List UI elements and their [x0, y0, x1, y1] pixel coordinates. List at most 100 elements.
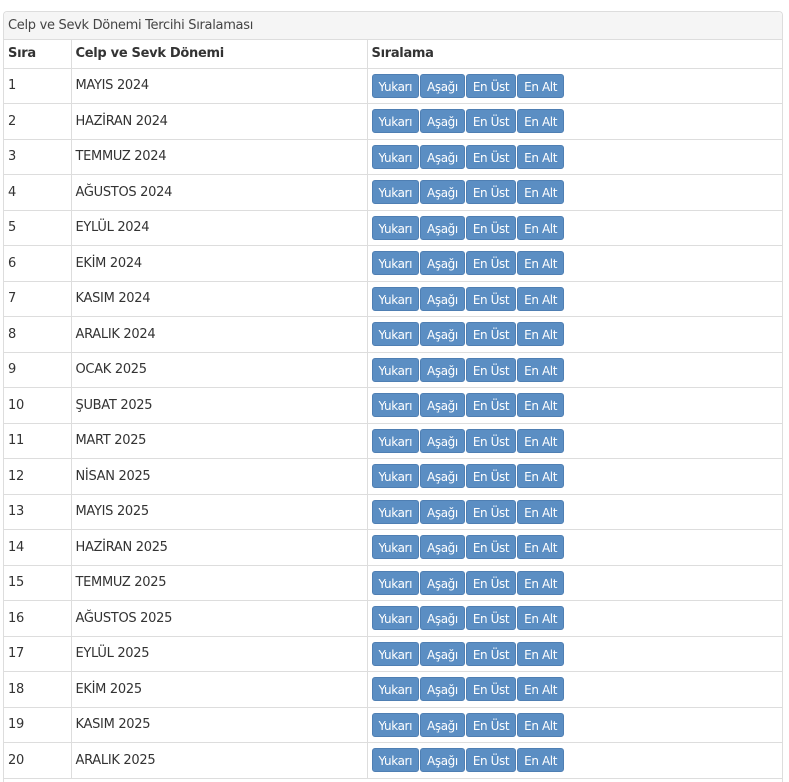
move-top-button[interactable]: En Üst: [465, 357, 517, 382]
move-bottom-button[interactable]: En Alt: [517, 180, 565, 205]
move-top-button[interactable]: En Üst: [465, 748, 517, 773]
move-down-button[interactable]: Aşağı: [420, 464, 465, 489]
move-top-button[interactable]: En Üst: [465, 251, 517, 276]
move-down-button[interactable]: Aşağı: [420, 641, 465, 666]
move-bottom-button[interactable]: En Alt: [517, 428, 565, 453]
move-up-button[interactable]: Yukarı: [371, 109, 420, 134]
table-row: 13 MAYIS 2025 Yukarı Aşağı En Üst En Alt: [4, 494, 782, 530]
move-up-button[interactable]: Yukarı: [371, 393, 420, 418]
move-down-button[interactable]: Aşağı: [420, 286, 465, 311]
row-donem: EYLÜL 2024: [71, 210, 368, 246]
move-up-button[interactable]: Yukarı: [371, 428, 420, 453]
move-top-button[interactable]: En Üst: [465, 322, 517, 347]
move-down-button[interactable]: Aşağı: [420, 535, 465, 560]
table-row: 6 EKİM 2024 Yukarı Aşağı En Üst En Alt: [4, 245, 782, 282]
row-ordering-controls: Yukarı Aşağı En Üst En Alt: [367, 174, 782, 211]
move-bottom-button[interactable]: En Alt: [517, 677, 565, 702]
move-up-button[interactable]: Yukarı: [371, 499, 420, 524]
row-ordering-controls: Yukarı Aşağı En Üst En Alt: [367, 742, 782, 779]
move-bottom-button[interactable]: En Alt: [517, 109, 565, 134]
row-sira: 5: [4, 210, 72, 246]
move-top-button[interactable]: En Üst: [465, 570, 517, 595]
move-up-button[interactable]: Yukarı: [371, 144, 420, 169]
row-donem: MAYIS 2024: [71, 68, 368, 104]
move-up-button[interactable]: Yukarı: [371, 73, 420, 98]
move-top-button[interactable]: En Üst: [465, 286, 517, 311]
move-bottom-button[interactable]: En Alt: [517, 73, 565, 98]
row-donem: AĞUSTOS 2025: [71, 600, 368, 637]
move-top-button[interactable]: En Üst: [465, 428, 517, 453]
table-row: 7 KASIM 2024 Yukarı Aşağı En Üst En Alt: [4, 281, 782, 317]
move-bottom-button[interactable]: En Alt: [517, 286, 565, 311]
move-top-button[interactable]: En Üst: [465, 499, 517, 524]
row-donem: KASIM 2025: [71, 707, 368, 743]
move-up-button[interactable]: Yukarı: [371, 357, 420, 382]
move-top-button[interactable]: En Üst: [465, 215, 517, 240]
move-up-button[interactable]: Yukarı: [371, 748, 420, 773]
move-top-button[interactable]: En Üst: [465, 73, 517, 98]
move-up-button[interactable]: Yukarı: [371, 180, 420, 205]
move-bottom-button[interactable]: En Alt: [517, 464, 565, 489]
move-down-button[interactable]: Aşağı: [420, 748, 465, 773]
ordering-button-group: Yukarı Aşağı En Üst En Alt: [371, 286, 565, 311]
move-top-button[interactable]: En Üst: [465, 606, 517, 631]
move-up-button[interactable]: Yukarı: [371, 251, 420, 276]
move-bottom-button[interactable]: En Alt: [517, 748, 565, 773]
move-top-button[interactable]: En Üst: [465, 393, 517, 418]
move-bottom-button[interactable]: En Alt: [517, 499, 565, 524]
row-donem: EKİM 2024: [71, 245, 368, 282]
ordering-button-group: Yukarı Aşağı En Üst En Alt: [371, 499, 565, 524]
move-up-button[interactable]: Yukarı: [371, 215, 420, 240]
move-bottom-button[interactable]: En Alt: [517, 570, 565, 595]
row-sira: 12: [4, 458, 72, 495]
panel-title: Celp ve Sevk Dönemi Tercihi Sıralaması: [4, 12, 782, 40]
header-donem: Celp ve Sevk Dönemi: [71, 40, 368, 69]
move-down-button[interactable]: Aşağı: [420, 180, 465, 205]
move-up-button[interactable]: Yukarı: [371, 712, 420, 737]
move-down-button[interactable]: Aşağı: [420, 251, 465, 276]
move-up-button[interactable]: Yukarı: [371, 570, 420, 595]
move-down-button[interactable]: Aşağı: [420, 570, 465, 595]
move-up-button[interactable]: Yukarı: [371, 677, 420, 702]
move-down-button[interactable]: Aşağı: [420, 428, 465, 453]
move-top-button[interactable]: En Üst: [465, 109, 517, 134]
move-down-button[interactable]: Aşağı: [420, 606, 465, 631]
move-top-button[interactable]: En Üst: [465, 677, 517, 702]
move-top-button[interactable]: En Üst: [465, 712, 517, 737]
move-down-button[interactable]: Aşağı: [420, 73, 465, 98]
move-up-button[interactable]: Yukarı: [371, 286, 420, 311]
move-down-button[interactable]: Aşağı: [420, 393, 465, 418]
move-bottom-button[interactable]: En Alt: [517, 712, 565, 737]
move-bottom-button[interactable]: En Alt: [517, 215, 565, 240]
move-top-button[interactable]: En Üst: [465, 144, 517, 169]
move-down-button[interactable]: Aşağı: [420, 322, 465, 347]
move-top-button[interactable]: En Üst: [465, 641, 517, 666]
move-up-button[interactable]: Yukarı: [371, 606, 420, 631]
move-down-button[interactable]: Aşağı: [420, 499, 465, 524]
move-down-button[interactable]: Aşağı: [420, 712, 465, 737]
row-sira: 16: [4, 600, 72, 637]
move-top-button[interactable]: En Üst: [465, 464, 517, 489]
move-up-button[interactable]: Yukarı: [371, 535, 420, 560]
move-bottom-button[interactable]: En Alt: [517, 641, 565, 666]
move-up-button[interactable]: Yukarı: [371, 641, 420, 666]
move-down-button[interactable]: Aşağı: [420, 357, 465, 382]
move-bottom-button[interactable]: En Alt: [517, 535, 565, 560]
move-bottom-button[interactable]: En Alt: [517, 606, 565, 631]
move-bottom-button[interactable]: En Alt: [517, 144, 565, 169]
move-bottom-button[interactable]: En Alt: [517, 393, 565, 418]
table-row: 14 HAZİRAN 2025 Yukarı Aşağı En Üst En Alt: [4, 529, 782, 566]
move-bottom-button[interactable]: En Alt: [517, 322, 565, 347]
move-bottom-button[interactable]: En Alt: [517, 251, 565, 276]
move-bottom-button[interactable]: En Alt: [517, 357, 565, 382]
move-down-button[interactable]: Aşağı: [420, 215, 465, 240]
move-down-button[interactable]: Aşağı: [420, 144, 465, 169]
move-top-button[interactable]: En Üst: [465, 535, 517, 560]
move-up-button[interactable]: Yukarı: [371, 322, 420, 347]
move-up-button[interactable]: Yukarı: [371, 464, 420, 489]
move-down-button[interactable]: Aşağı: [420, 677, 465, 702]
ordering-button-group: Yukarı Aşağı En Üst En Alt: [371, 322, 565, 347]
ordering-button-group: Yukarı Aşağı En Üst En Alt: [371, 641, 565, 666]
move-top-button[interactable]: En Üst: [465, 180, 517, 205]
move-down-button[interactable]: Aşağı: [420, 109, 465, 134]
